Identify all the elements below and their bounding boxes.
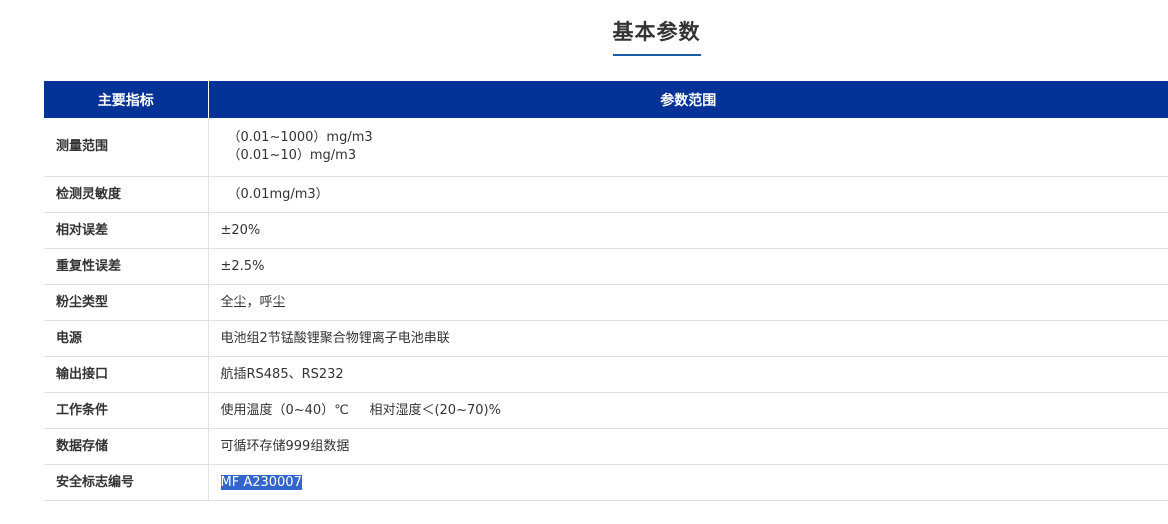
- table-row-output-interface: 输出接口 航插RS485、RS232: [44, 356, 1168, 393]
- safety-mark-selected-text[interactable]: MF A230007: [220, 474, 302, 490]
- row-name: 重复性误差: [44, 248, 209, 285]
- row-value: 航插RS485、RS232: [208, 356, 1168, 393]
- row-value: （0.01~1000）mg/m3 （0.01~10）mg/m3: [208, 118, 1168, 177]
- row-name: 测量范围: [44, 118, 209, 177]
- row-value: （0.01mg/m3）: [208, 176, 1168, 213]
- row-name: 相对误差: [44, 212, 209, 249]
- table-row-dust-type: 粉尘类型 全尘，呼尘: [44, 284, 1168, 321]
- measure-range-line-1-text: （0.01~1000）mg/m3: [227, 130, 373, 145]
- row-value: 电池组2节锰酸锂聚合物锂离子电池串联: [208, 320, 1168, 357]
- row-name: 数据存储: [44, 428, 209, 465]
- row-value: ±20%: [208, 212, 1168, 249]
- table-row-measure-range: 测量范围 （0.01~1000）mg/m3 （0.01~10）mg/m3: [44, 118, 1168, 177]
- row-name: 输出接口: [44, 356, 209, 393]
- row-name: 安全标志编号: [44, 464, 209, 501]
- row-value: MF A230007: [208, 464, 1168, 501]
- row-value: 使用温度（0~40）℃ 相对湿度＜(20~70)%: [208, 392, 1168, 429]
- header-param-range: 参数范围: [208, 81, 1168, 118]
- working-conditions-text: 使用温度（0~40）℃ 相对湿度＜(20~70)%: [220, 402, 501, 418]
- table-row-working-conditions: 工作条件 使用温度（0~40）℃ 相对湿度＜(20~70)%: [44, 392, 1168, 429]
- page: 基本参数 主要指标 参数范围 测量范围 （0.01~1000）mg/m3 （0.…: [0, 0, 1168, 524]
- row-name: 检测灵敏度: [44, 176, 209, 213]
- measure-range-line-1: （0.01~1000）mg/m3: [221, 129, 1157, 147]
- table-row-relative-error: 相对误差 ±20%: [44, 212, 1168, 249]
- table-row-data-storage: 数据存储 可循环存储999组数据: [44, 428, 1168, 465]
- row-name: 粉尘类型: [44, 284, 209, 321]
- table-row-sensitivity: 检测灵敏度 （0.01mg/m3）: [44, 176, 1168, 213]
- row-name: 工作条件: [44, 392, 209, 429]
- section-title-text: 基本参数: [612, 18, 701, 56]
- table-header-row: 主要指标 参数范围: [44, 81, 1168, 118]
- table-row-repeat-error: 重复性误差 ±2.5%: [44, 248, 1168, 285]
- row-value: ±2.5%: [208, 248, 1168, 285]
- section-title: 基本参数: [0, 18, 1168, 56]
- row-name: 电源: [44, 320, 209, 357]
- row-value: 可循环存储999组数据: [208, 428, 1168, 465]
- table-row-safety-mark: 安全标志编号 MF A230007: [44, 464, 1168, 501]
- measure-range-line-2: （0.01~10）mg/m3: [221, 147, 1157, 165]
- table-row-power: 电源 电池组2节锰酸锂聚合物锂离子电池串联: [44, 320, 1168, 357]
- header-main-indicator: 主要指标: [44, 81, 209, 118]
- row-value: 全尘，呼尘: [208, 284, 1168, 321]
- sensitivity-text: （0.01mg/m3）: [227, 186, 329, 202]
- measure-range-line-2-text: （0.01~10）mg/m3: [227, 148, 357, 163]
- params-table: 主要指标 参数范围 测量范围 （0.01~1000）mg/m3 （0.01~10…: [44, 81, 1168, 501]
